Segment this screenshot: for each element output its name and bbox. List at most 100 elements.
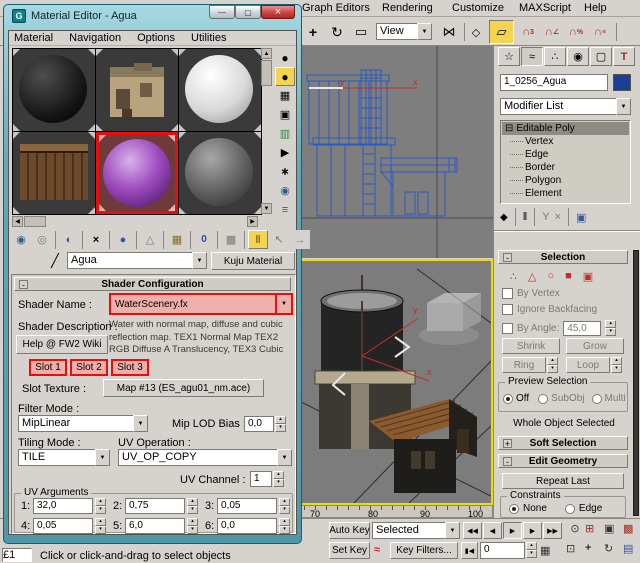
get-material-icon[interactable]: ◉: [11, 230, 31, 249]
uv-arg-6-field[interactable]: 0,0: [217, 518, 277, 534]
chevron-down-icon[interactable]: ▼: [616, 98, 631, 115]
configure-modifier-sets-icon[interactable]: ▣: [576, 211, 586, 224]
by-angle-checkbox[interactable]: [502, 323, 513, 334]
zoom-extents-all-icon[interactable]: ▩: [623, 522, 640, 539]
maximize-button[interactable]: ▢: [235, 5, 261, 19]
scroll-left-icon[interactable]: ◀: [12, 216, 23, 227]
menu-material[interactable]: Material: [14, 32, 53, 44]
tab-create-icon[interactable]: ☆: [498, 47, 520, 66]
timeline-ruler[interactable]: 70 80 90 100: [297, 505, 493, 518]
menu-graph-editors[interactable]: Graph Editors: [302, 2, 370, 14]
stack-row-border[interactable]: Border: [502, 161, 629, 174]
select-rotate-icon[interactable]: ↻: [326, 21, 348, 43]
material-editor-options-icon[interactable]: ∗: [275, 162, 295, 181]
close-button[interactable]: ×: [261, 5, 295, 19]
keyboard-override-icon[interactable]: ◇: [466, 21, 486, 43]
uv-arg-1-field[interactable]: 32,0: [33, 498, 93, 514]
snap-toggle-3d-icon[interactable]: ∩3: [517, 21, 539, 43]
panel-scrollbar[interactable]: [633, 250, 639, 516]
mip-lod-bias-field[interactable]: 0,0: [244, 416, 274, 432]
scroll-down-icon[interactable]: ▼: [261, 203, 272, 214]
ignore-backfacing-checkbox[interactable]: [502, 304, 513, 315]
select-scale-icon[interactable]: ▭: [350, 21, 372, 43]
pan-icon[interactable]: +: [585, 542, 603, 559]
go-to-parent-icon[interactable]: ↖: [269, 230, 289, 249]
uv-arg-1-spinner[interactable]: ▴▾: [95, 498, 106, 514]
spin-up-icon[interactable]: ▴: [95, 498, 106, 506]
slot-texture-button[interactable]: Map #13 (ES_agu01_nm.ace): [103, 379, 264, 397]
spin-up-icon[interactable]: ▴: [547, 357, 558, 365]
by-vertex-checkbox[interactable]: [502, 288, 513, 299]
key-mode-toggle-button[interactable]: ▮◀: [461, 542, 478, 559]
edge-mode-icon[interactable]: △: [528, 270, 536, 283]
stack-row-polygon[interactable]: Polygon: [502, 174, 629, 187]
put-to-library-icon[interactable]: ▦: [167, 230, 187, 249]
spin-down-icon[interactable]: ▾: [187, 526, 198, 534]
tab-modify-icon[interactable]: ≈: [521, 47, 543, 66]
vertex-mode-icon[interactable]: ∴: [510, 270, 517, 283]
collapse-minus-icon[interactable]: ⊟: [505, 123, 513, 134]
preview-subobj-radio[interactable]: [538, 394, 548, 404]
help-wiki-button[interactable]: Help @ FW2 Wiki: [16, 335, 108, 354]
shader-name-dropdown[interactable]: WaterScenery.fx ▼: [109, 293, 293, 315]
go-forward-to-sibling-icon[interactable]: →: [290, 230, 310, 249]
uv-channel-field[interactable]: 1: [250, 471, 272, 487]
sample-type-icon[interactable]: ●: [275, 48, 295, 67]
set-key-curve-icon[interactable]: ≈: [374, 544, 380, 556]
uv-arg-5-field[interactable]: 6,0: [125, 518, 185, 534]
shader-configuration-header[interactable]: - Shader Configuration: [14, 277, 291, 291]
by-angle-field[interactable]: 45,0: [563, 321, 601, 336]
object-color-swatch[interactable]: [613, 74, 631, 91]
key-selection-dropdown[interactable]: Selected ▼: [372, 522, 460, 539]
spin-up-icon[interactable]: ▴: [187, 518, 198, 526]
stack-row-edge[interactable]: Edge: [502, 148, 629, 161]
material-slot-4[interactable]: [13, 132, 95, 214]
mip-lod-bias-spinner[interactable]: ▴▾: [275, 416, 286, 432]
viewport-top-wireframe[interactable]: x y: [297, 46, 493, 258]
spin-down-icon[interactable]: ▾: [526, 550, 537, 558]
material-map-navigator-icon[interactable]: ≡: [275, 200, 295, 219]
grow-button[interactable]: Grow: [566, 338, 624, 354]
remove-modifier-icon[interactable]: ×: [555, 211, 561, 223]
slot-3-tab[interactable]: Slot 3: [111, 359, 149, 376]
set-key-button[interactable]: Set Key: [329, 542, 370, 559]
show-map-in-viewport-icon[interactable]: ▩: [221, 230, 241, 249]
select-move-icon[interactable]: +: [302, 21, 324, 43]
uv-arg-4-spinner[interactable]: ▴▾: [95, 518, 106, 534]
spin-up-icon[interactable]: ▴: [279, 498, 290, 506]
spin-up-icon[interactable]: ▴: [95, 518, 106, 526]
loop-spinner[interactable]: ▴▾: [611, 357, 622, 373]
filter-mode-dropdown[interactable]: MipLinear ▼: [18, 415, 148, 432]
material-slot-2[interactable]: [96, 49, 178, 131]
put-material-to-scene-icon[interactable]: ◎: [32, 230, 52, 249]
soft-selection-rollout-header[interactable]: + Soft Selection: [498, 436, 628, 450]
current-frame-field[interactable]: 0: [480, 542, 525, 559]
chevron-down-icon[interactable]: ▼: [417, 23, 432, 40]
background-icon[interactable]: ▦: [275, 86, 295, 105]
preview-multi-radio[interactable]: [592, 394, 602, 404]
spin-down-icon[interactable]: ▾: [605, 328, 616, 336]
scroll-up-icon[interactable]: ▲: [261, 48, 272, 59]
select-and-manipulate-icon[interactable]: ▱: [489, 20, 514, 44]
angle-snap-icon[interactable]: ∩∠: [541, 21, 563, 43]
spin-down-icon[interactable]: ▾: [95, 506, 106, 514]
slot-1-tab[interactable]: Slot 1: [29, 359, 67, 376]
scrollbar-thumb[interactable]: [261, 60, 272, 86]
material-slot-6[interactable]: [179, 132, 261, 214]
edit-geometry-rollout-header[interactable]: - Edit Geometry: [498, 454, 628, 468]
chevron-down-icon[interactable]: ▼: [445, 522, 460, 539]
mirror-icon[interactable]: ⋈: [438, 21, 460, 43]
go-to-end-button[interactable]: ▶▶: [543, 522, 562, 539]
tab-display-icon[interactable]: ▢: [590, 47, 612, 66]
preview-off-radio[interactable]: [503, 394, 513, 404]
zoom-icon[interactable]: ⊙: [566, 522, 584, 539]
spin-down-icon[interactable]: ▾: [279, 506, 290, 514]
menu-help[interactable]: Help: [584, 2, 607, 14]
menu-maxscript[interactable]: MAXScript: [519, 2, 571, 14]
chevron-down-icon[interactable]: ▼: [95, 449, 110, 466]
previous-frame-button[interactable]: ◀: [483, 522, 502, 539]
menu-navigation[interactable]: Navigation: [69, 32, 121, 44]
make-material-copy-icon[interactable]: ●: [113, 230, 133, 249]
tab-hierarchy-icon[interactable]: ∴: [544, 47, 566, 66]
repeat-last-button[interactable]: Repeat Last: [502, 473, 624, 489]
